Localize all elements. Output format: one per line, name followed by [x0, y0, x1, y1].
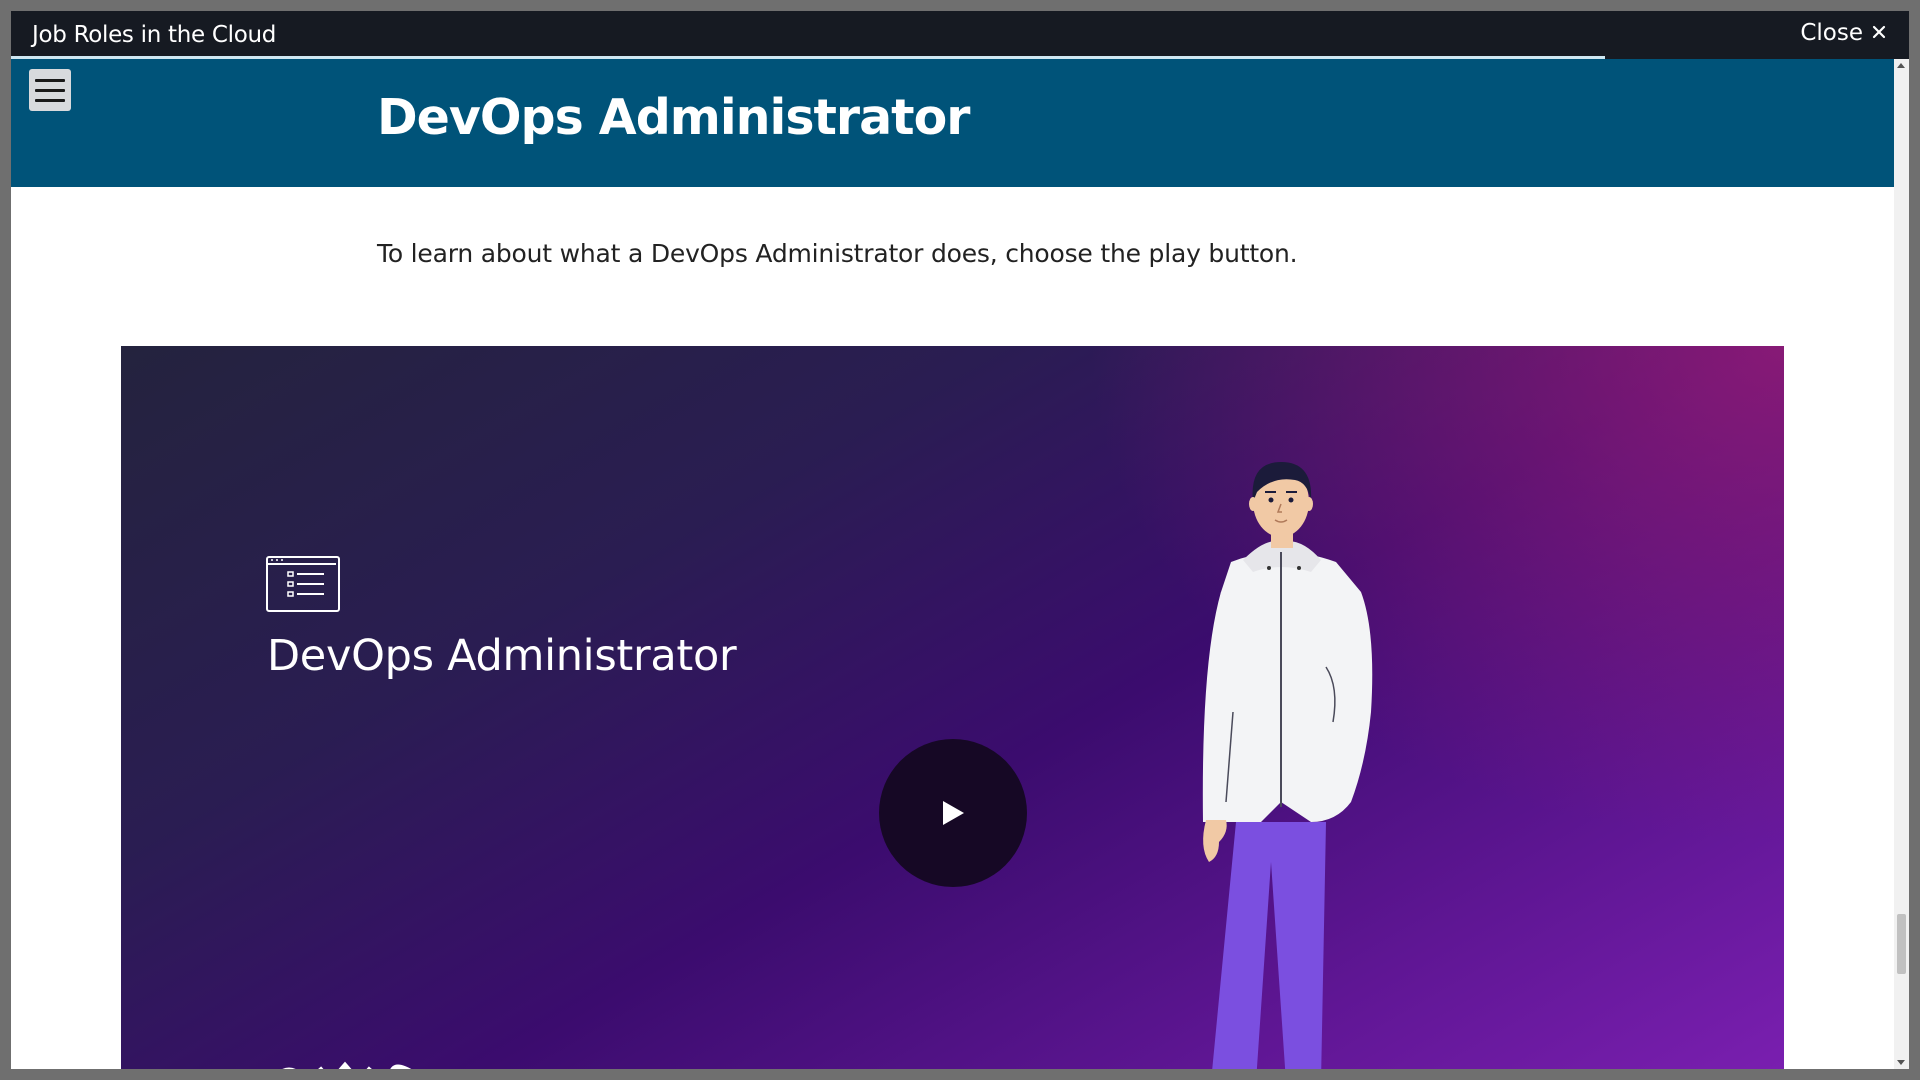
page-title: DevOps Administrator	[377, 89, 970, 146]
scroll-up-arrow-icon[interactable]	[1897, 63, 1905, 68]
document-list-icon	[266, 556, 340, 612]
menu-button[interactable]	[29, 69, 71, 111]
video-title: DevOps Administrator	[267, 631, 737, 681]
lesson-header: DevOps Administrator	[11, 59, 1894, 187]
scroll-down-arrow-icon[interactable]	[1897, 1060, 1905, 1065]
close-icon	[1871, 20, 1887, 46]
scrollbar-thumb[interactable]	[1897, 914, 1906, 974]
person-illustration	[1202, 462, 1373, 1069]
play-icon	[943, 801, 964, 825]
instruction-text: To learn about what a DevOps Administrat…	[377, 239, 1298, 268]
hamburger-menu-icon	[35, 78, 65, 82]
window-title: Job Roles in the Cloud	[32, 22, 277, 48]
vertical-scrollbar[interactable]	[1894, 59, 1909, 1069]
window-titlebar: Job Roles in the Cloud Close	[11, 11, 1909, 57]
video-player[interactable]: DevOps Administrator	[121, 346, 1784, 1069]
close-button[interactable]: Close	[1800, 20, 1887, 46]
modal-window: Job Roles in the Cloud Close DevOps Admi…	[11, 11, 1909, 1069]
close-label: Close	[1800, 20, 1863, 46]
play-button[interactable]	[879, 739, 1027, 887]
lesson-content: DevOps Administrator To learn about what…	[11, 59, 1894, 1069]
aws-logo	[283, 1061, 412, 1069]
